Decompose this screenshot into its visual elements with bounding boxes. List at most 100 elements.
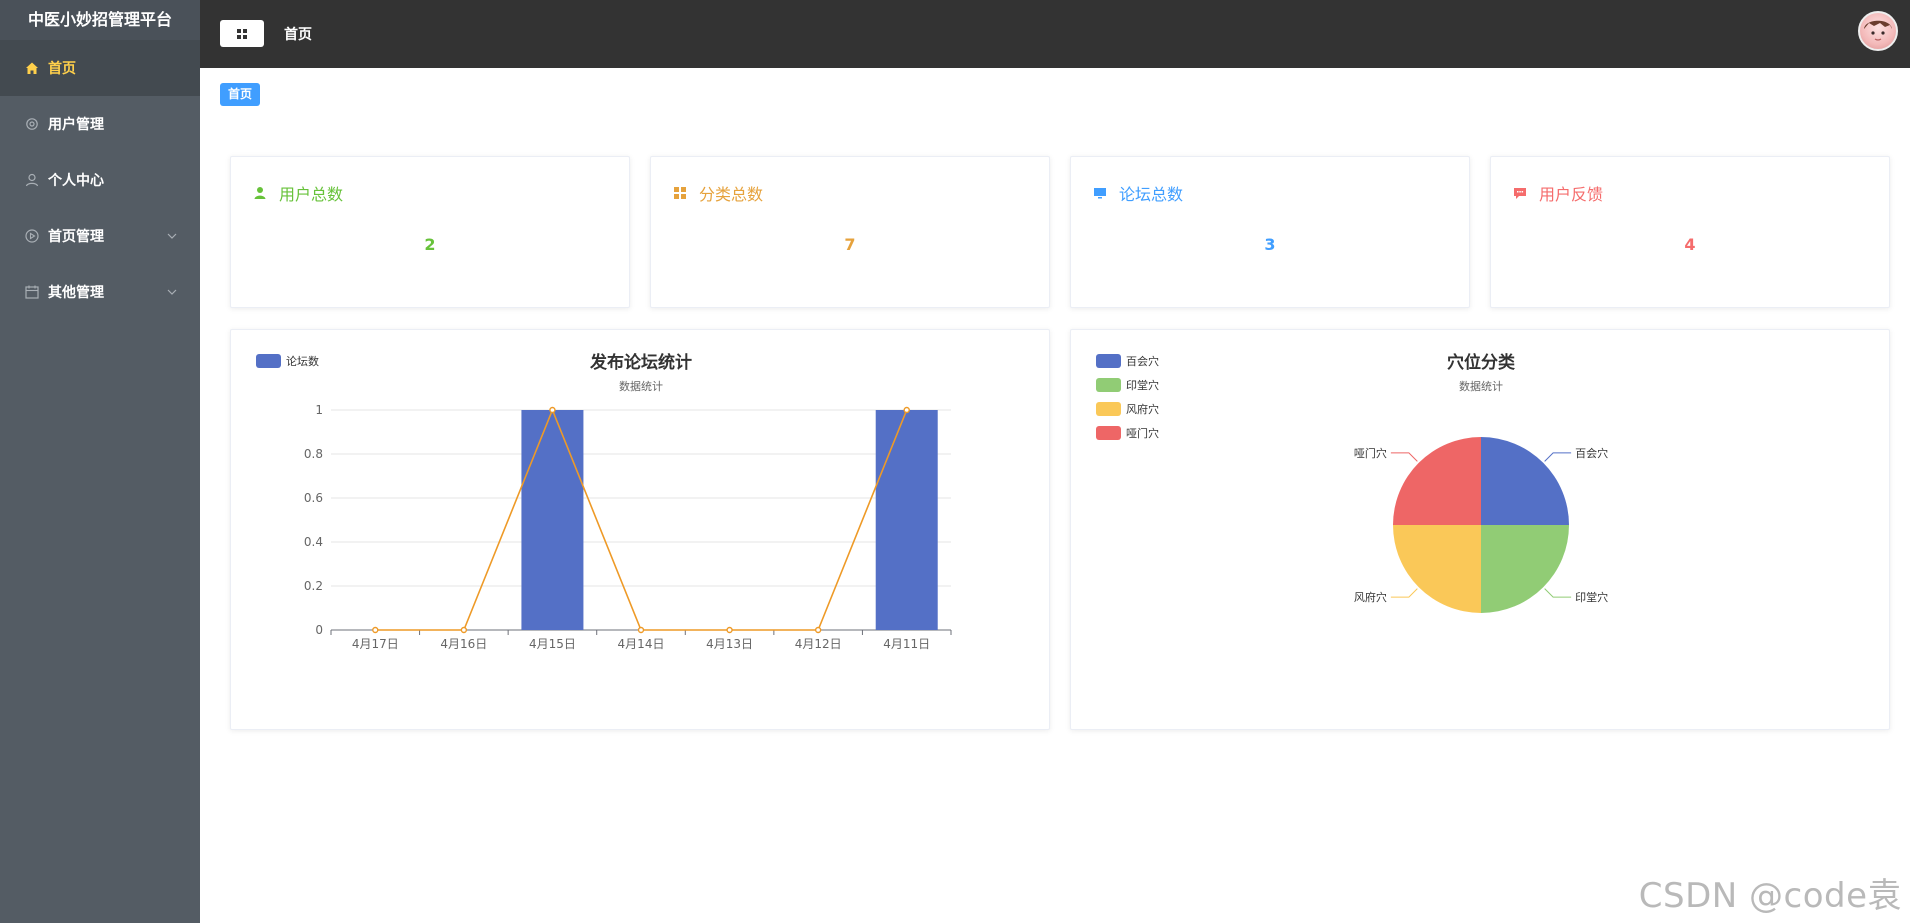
line-point — [460, 626, 468, 634]
pie-label-line — [1390, 452, 1418, 462]
pie-slice — [1481, 437, 1569, 525]
forum-stats-panel: 发布论坛统计数据统计 论坛数 0 0.2 0.4 0.6 0.8 1 4月17日 4月16日 4月1… — [230, 329, 1050, 730]
line-point — [549, 406, 556, 414]
watermark: CSDN @code袁 — [1638, 876, 1902, 916]
acupoint-pie-chart: 穴位分类数据统计百会穴印堂穴风府穴哑门穴百会穴印堂穴风府穴哑门穴 — [1096, 352, 1608, 613]
legend-swatch — [256, 354, 281, 368]
stat-card-header: 论坛总数 — [1093, 181, 1183, 205]
stat-label: 论坛总数 — [1119, 185, 1184, 204]
stat-label: 用户反馈 — [1539, 185, 1604, 204]
x-tick-label: 4月17日 — [352, 637, 399, 651]
stat-label: 用户总数 — [279, 185, 344, 204]
pie-label: 风府穴 — [1354, 590, 1387, 604]
legend-label: 百会穴 — [1126, 354, 1159, 368]
legend-label: 论坛数 — [286, 354, 319, 368]
user-icon — [253, 186, 267, 200]
line-point — [637, 626, 645, 634]
stat-value: 7 — [844, 235, 856, 254]
topbar: 首页 — [200, 0, 1910, 68]
line-point — [814, 626, 822, 634]
legend-swatch — [1096, 402, 1121, 416]
sidebar-item-other-manage[interactable]: 其他管理 — [0, 264, 200, 320]
stat-card-header: 分类总数 — [673, 181, 763, 205]
chart-title: 穴位分类 — [1447, 352, 1516, 373]
chevron-down-icon — [167, 233, 177, 239]
legend-swatch — [1096, 426, 1121, 440]
calendar-icon — [24, 284, 40, 300]
sidebar-item-label: 首页 — [48, 61, 76, 77]
stat-card-header: 用户反馈 — [1513, 181, 1603, 205]
x-tick-label: 4月12日 — [795, 637, 842, 651]
pie-label-line — [1544, 588, 1572, 598]
bar — [521, 410, 584, 630]
y-tick-label: 1 — [315, 403, 323, 417]
stat-card-forums: 论坛总数 3 — [1070, 156, 1470, 308]
pie-slice — [1481, 525, 1569, 613]
grid-icon — [673, 186, 687, 200]
stat-card-feedback: 用户反馈 4 — [1490, 156, 1890, 308]
legend-swatch — [1096, 378, 1121, 392]
legend-label: 哑门穴 — [1126, 426, 1159, 440]
acupoint-panel: 穴位分类 数据统计 百会穴 印堂穴 风府穴 哑门穴 百会穴 印堂穴 风府穴 哑门穴 — [1070, 329, 1890, 730]
x-tick-label: 4月15日 — [529, 637, 576, 651]
chevron-down-icon — [167, 289, 177, 295]
gear-icon — [24, 116, 40, 132]
line-point — [372, 626, 379, 634]
bar — [875, 410, 938, 630]
chart-subtitle: 数据统计 — [1459, 379, 1503, 393]
avatar[interactable] — [1858, 11, 1898, 51]
app-title: 中医小妙招管理平台 — [0, 0, 200, 40]
y-tick-label: 0.8 — [304, 447, 323, 461]
stat-label: 分类总数 — [699, 185, 764, 204]
x-tick-label: 4月13日 — [706, 637, 753, 651]
stat-card-header: 用户总数 — [253, 181, 343, 205]
play-circle-icon — [24, 228, 40, 244]
page-title: 首页 — [284, 27, 312, 43]
line-series — [375, 407, 908, 631]
pie-label-line — [1544, 452, 1572, 462]
y-tick-label: 0.2 — [304, 579, 323, 593]
stat-card-categories: 分类总数 7 — [650, 156, 1050, 308]
sidebar-item-home-manage[interactable]: 首页管理 — [0, 208, 200, 264]
menu-toggle-button[interactable] — [220, 20, 264, 47]
x-tick-label: 4月14日 — [618, 637, 665, 651]
chart-subtitle: 数据统计 — [619, 379, 663, 393]
monitor-icon — [1093, 186, 1107, 200]
sidebar-item-label: 首页管理 — [48, 229, 104, 245]
home-icon — [24, 60, 40, 76]
pie-label: 百会穴 — [1575, 446, 1608, 460]
sidebar-item-label: 其他管理 — [48, 285, 104, 301]
pie-label: 哑门穴 — [1354, 446, 1387, 460]
user-icon — [24, 172, 40, 188]
chart-title: 发布论坛统计 — [589, 352, 692, 373]
pie-label-line — [1390, 588, 1418, 598]
sidebar-item-profile[interactable]: 个人中心 — [0, 152, 200, 208]
breadcrumb[interactable]: 首页 — [220, 83, 261, 106]
grid-icon — [237, 28, 247, 39]
x-tick-label: 4月16日 — [440, 637, 487, 651]
sidebar-item-label: 个人中心 — [48, 173, 104, 189]
sidebar-item-label: 用户管理 — [48, 117, 104, 133]
legend-swatch — [1096, 354, 1121, 368]
y-tick-label: 0.6 — [304, 491, 323, 505]
y-tick-label: 0 — [315, 623, 323, 637]
legend-label: 印堂穴 — [1126, 378, 1159, 392]
avatar-face-icon — [1864, 20, 1892, 41]
line-point — [726, 626, 733, 634]
sidebar: 中医小妙招管理平台 首页 用户管理 个人中心 首页管理 其他管理 — [0, 0, 200, 923]
forum-stats-chart: 发布论坛统计数据统计 论坛数 0 0.2 0.4 0.6 0.8 1 4月17日 4月16日 4月1… — [256, 352, 952, 651]
pie-label: 印堂穴 — [1575, 590, 1608, 604]
sidebar-item-users[interactable]: 用户管理 — [0, 96, 200, 152]
stat-card-users: 用户总数 2 — [230, 156, 630, 308]
stat-value: 3 — [1264, 235, 1276, 254]
pie-slice — [1393, 525, 1481, 613]
chat-icon — [1513, 186, 1527, 200]
x-tick-label: 4月11日 — [883, 637, 930, 651]
stat-value: 4 — [1684, 235, 1696, 254]
y-tick-label: 0.4 — [304, 535, 323, 549]
pie-slice — [1393, 437, 1481, 525]
line-point — [903, 406, 910, 414]
stat-value: 2 — [424, 235, 436, 254]
legend-label: 风府穴 — [1126, 402, 1159, 416]
sidebar-item-home[interactable]: 首页 — [0, 40, 200, 96]
